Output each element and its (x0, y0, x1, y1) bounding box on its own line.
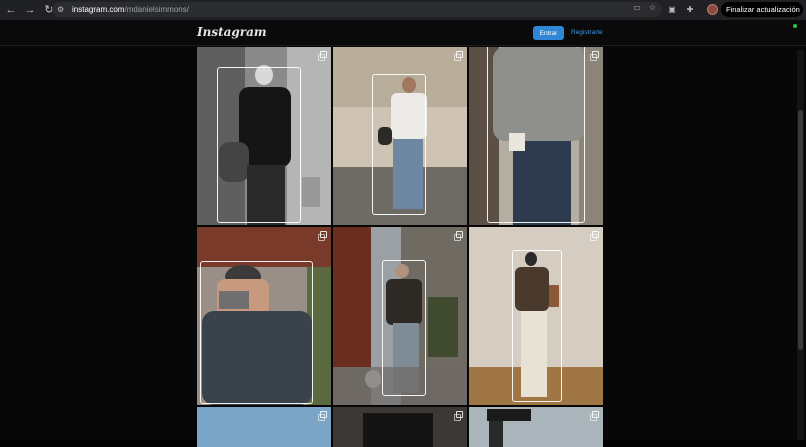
tune-icon[interactable]: ⚙ (57, 5, 69, 14)
instagram-header: Instagram Entrar Registrarte (0, 20, 806, 46)
person-bbox (200, 261, 313, 404)
browser-toolbar: ← → ↻ ⚙ instagram.com/mdanielsimmons/ ▭ … (0, 0, 806, 20)
post-image (197, 407, 331, 447)
address-bar[interactable]: ⚙ instagram.com/mdanielsimmons/ ▭ ☆ (52, 2, 662, 17)
person-bbox (512, 250, 562, 402)
multi-post-icon (454, 51, 463, 61)
multi-post-icon (454, 231, 463, 241)
multi-post-icon (318, 231, 327, 241)
page-scrollbar[interactable] (797, 50, 804, 440)
signup-link[interactable]: Registrarte (571, 29, 603, 36)
post-tile[interactable] (333, 407, 467, 447)
back-icon[interactable]: ← (3, 2, 19, 18)
page: Instagram Entrar Registrarte (0, 20, 806, 447)
post-tile[interactable] (469, 227, 603, 405)
post-tile[interactable] (333, 47, 467, 225)
person-bbox (217, 67, 301, 223)
login-button[interactable]: Entrar (533, 26, 564, 40)
instagram-logo[interactable]: Instagram (197, 25, 267, 39)
url-text: instagram.com/mdanielsimmons/ (72, 5, 189, 14)
multi-post-icon (590, 51, 599, 61)
multi-post-icon (590, 411, 599, 421)
extension-icon[interactable]: ▣ (667, 4, 677, 14)
person-bbox (372, 74, 426, 215)
post-image (469, 407, 603, 447)
cast-icon[interactable]: ▭ (633, 3, 641, 12)
post-tile[interactable] (197, 227, 331, 405)
person-bbox (487, 47, 585, 223)
multi-post-icon (318, 411, 327, 421)
forward-icon[interactable]: → (22, 2, 38, 18)
post-tile[interactable] (469, 47, 603, 225)
multi-post-icon (318, 51, 327, 61)
star-icon[interactable]: ☆ (649, 3, 656, 12)
person-bbox (382, 260, 426, 396)
post-tile[interactable] (197, 407, 331, 447)
update-button[interactable]: Finalizar actualización⋮ (721, 2, 806, 17)
post-image (333, 407, 467, 447)
post-tile[interactable] (469, 407, 603, 447)
puzzle-icon[interactable]: ✚ (685, 4, 695, 14)
post-tile[interactable] (333, 227, 467, 405)
profile-avatar[interactable] (707, 4, 718, 15)
scrollbar-thumb[interactable] (798, 110, 803, 350)
multi-post-icon (590, 231, 599, 241)
status-dot (793, 24, 797, 28)
post-tile[interactable] (197, 47, 331, 225)
multi-post-icon (454, 411, 463, 421)
